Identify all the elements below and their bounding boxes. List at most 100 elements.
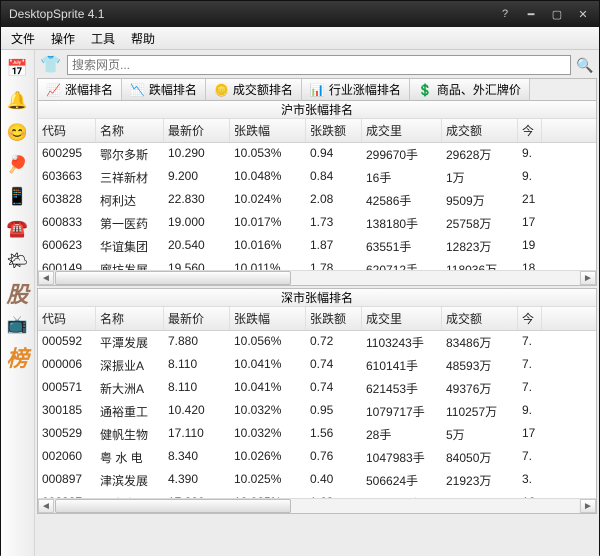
footer-space [37, 514, 597, 556]
col-amt[interactable]: 成交额 [442, 119, 518, 142]
menu-file[interactable]: 文件 [5, 28, 41, 49]
cell: 10.011% [230, 259, 306, 270]
weather-icon[interactable]: 🌤 [5, 248, 31, 274]
menu-operation[interactable]: 操作 [45, 28, 81, 49]
cell: 5万 [442, 424, 518, 445]
table-row[interactable]: 002060粤 水 电8.34010.026%0.761047983手84050… [38, 446, 596, 469]
cell: 健帆生物 [96, 424, 164, 445]
scroll-right-icon[interactable]: ► [580, 499, 596, 513]
tab-0[interactable]: 📈涨幅排名 [38, 79, 122, 100]
tab-label: 跌幅排名 [149, 81, 197, 98]
cell: 9509万 [442, 190, 518, 211]
tab-1[interactable]: 📉跌幅排名 [122, 79, 206, 100]
bell-icon[interactable]: 🔔 [5, 88, 31, 114]
minimize-button[interactable]: ━ [519, 6, 543, 22]
menu-tool[interactable]: 工具 [85, 28, 121, 49]
cell: 7. [518, 355, 542, 376]
help-button[interactable]: ? [493, 6, 517, 22]
col-last[interactable]: 今 [518, 119, 542, 142]
telephone-icon[interactable]: ☎️ [5, 216, 31, 242]
hscroll-sh[interactable]: ◄ ► [38, 270, 596, 285]
phone-icon[interactable]: 📱 [5, 184, 31, 210]
close-button[interactable]: ✕ [571, 6, 595, 22]
table-row[interactable]: 000592平潭发展7.88010.056%0.721103243手83486万… [38, 331, 596, 354]
col-chg[interactable]: 张跌额 [306, 307, 362, 330]
cell: 18 [518, 259, 542, 270]
col-vol[interactable]: 成交里 [362, 307, 442, 330]
cell: 21923万 [442, 470, 518, 491]
cell: 8.340 [164, 447, 230, 468]
cell: 9. [518, 401, 542, 422]
cell: 7.880 [164, 332, 230, 353]
col-amt[interactable]: 成交额 [442, 307, 518, 330]
table-row[interactable]: 300529健帆生物17.11010.032%1.5628手5万17 [38, 423, 596, 446]
table-row[interactable]: 000571新大洲A8.11010.041%0.74621453手49376万7… [38, 377, 596, 400]
col-price[interactable]: 最新价 [164, 119, 230, 142]
cell: 19 [518, 236, 542, 257]
rank-icon[interactable]: 榜 [5, 344, 31, 370]
maximize-button[interactable]: ▢ [545, 6, 569, 22]
scroll-thumb[interactable] [55, 271, 291, 285]
cell: 29628万 [442, 144, 518, 165]
col-chg[interactable]: 张跌额 [306, 119, 362, 142]
hscroll-sz[interactable]: ◄ ► [38, 498, 596, 513]
scroll-track[interactable] [55, 271, 579, 285]
col-vol[interactable]: 成交里 [362, 119, 442, 142]
face-icon[interactable]: 😊 [5, 120, 31, 146]
pingpong-icon[interactable]: 🏓 [5, 152, 31, 178]
cell: 0.74 [306, 355, 362, 376]
scroll-left-icon[interactable]: ◄ [38, 271, 54, 285]
table-row[interactable]: 603663三祥新材9.20010.048%0.8416手1万9. [38, 166, 596, 189]
cell: 1103243手 [362, 332, 442, 353]
table-row[interactable]: 000006深振业A8.11010.041%0.74610141手48593万7… [38, 354, 596, 377]
table-row[interactable]: 600833第一医药19.00010.017%1.73138180手25758万… [38, 212, 596, 235]
grid-header: 代码 名称 最新价 张跌幅 张跌额 成交里 成交额 今 [38, 307, 596, 331]
scroll-right-icon[interactable]: ► [580, 271, 596, 285]
table-row[interactable]: 600623华谊集团20.54010.016%1.8763551手12823万1… [38, 235, 596, 258]
table-row[interactable]: 000897津滨发展4.39010.025%0.40506624手21923万3… [38, 469, 596, 492]
table-row[interactable]: 600295鄂尔多斯10.29010.053%0.94299670手29628万… [38, 143, 596, 166]
cell: 10.290 [164, 144, 230, 165]
cell: 621453手 [362, 378, 442, 399]
search-row: 👕 🔍 [37, 52, 597, 78]
table-row[interactable]: 603828柯利达22.83010.024%2.0842586手9509万21 [38, 189, 596, 212]
col-code[interactable]: 代码 [38, 119, 96, 142]
col-last[interactable]: 今 [518, 307, 542, 330]
scroll-track[interactable] [55, 499, 579, 513]
tab-2[interactable]: 🪙成交额排名 [206, 79, 302, 100]
tab-icon: 🪙 [214, 83, 229, 97]
tab-3[interactable]: 📊行业涨幅排名 [302, 79, 410, 100]
cell: 1079717手 [362, 401, 442, 422]
scroll-left-icon[interactable]: ◄ [38, 499, 54, 513]
table-row[interactable]: 600149廊坊发展19.56010.011%1.78620712手118036… [38, 258, 596, 270]
tv-icon[interactable]: 📺 [5, 312, 31, 338]
stock-icon[interactable]: 股 [5, 280, 31, 306]
cell: 新大洲A [96, 378, 164, 399]
col-name[interactable]: 名称 [96, 119, 164, 142]
menu-help[interactable]: 帮助 [125, 28, 161, 49]
search-input[interactable] [67, 55, 571, 75]
scroll-thumb[interactable] [55, 499, 291, 513]
tab-icon: 💲 [418, 83, 433, 97]
cell: 1.78 [306, 259, 362, 270]
col-name[interactable]: 名称 [96, 307, 164, 330]
cell: 12823万 [442, 236, 518, 257]
cell: 603663 [38, 167, 96, 188]
search-icon[interactable]: 🔍 [575, 55, 595, 75]
tab-bar: 📈涨幅排名📉跌幅排名🪙成交额排名📊行业涨幅排名💲商品、外汇牌价 [37, 78, 597, 100]
col-chgp[interactable]: 张跌幅 [230, 119, 306, 142]
col-chgp[interactable]: 张跌幅 [230, 307, 306, 330]
cell: 10.024% [230, 190, 306, 211]
col-price[interactable]: 最新价 [164, 307, 230, 330]
calendar-icon[interactable]: 📅 [5, 56, 31, 82]
cell: 118036万 [442, 259, 518, 270]
cell: 华谊集团 [96, 236, 164, 257]
cell: 8.110 [164, 378, 230, 399]
cell: 三祥新材 [96, 167, 164, 188]
cell: 19.560 [164, 259, 230, 270]
shirt-icon[interactable]: 👕 [39, 54, 63, 76]
window-title: DesktopSprite 4.1 [5, 7, 491, 21]
col-code[interactable]: 代码 [38, 307, 96, 330]
table-row[interactable]: 300185通裕重工10.42010.032%0.951079717手11025… [38, 400, 596, 423]
tab-4[interactable]: 💲商品、外汇牌价 [410, 79, 530, 100]
